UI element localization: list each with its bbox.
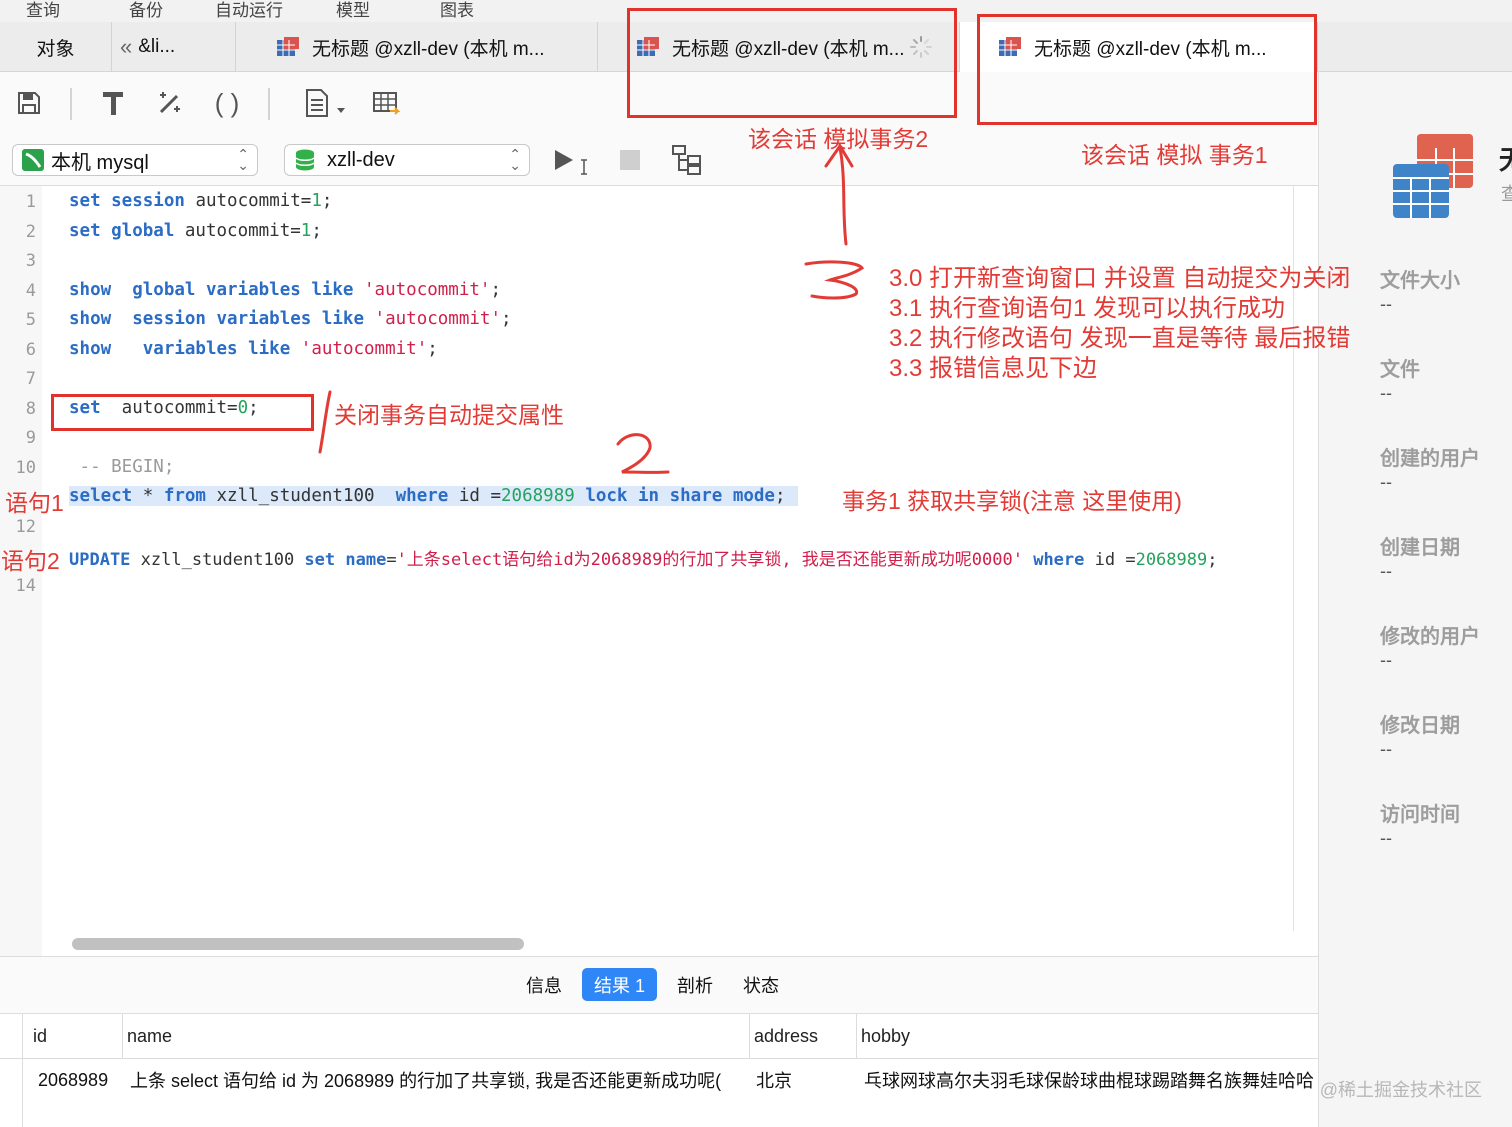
watermark: @稀土掘金技术社区 — [1319, 1080, 1482, 1100]
annotation-stroke — [318, 390, 332, 454]
annotation-mark-2 — [616, 433, 670, 474]
annotation-mark-3 — [804, 260, 865, 300]
annotation-strokes — [318, 143, 865, 474]
annotation-arrowhead — [824, 143, 854, 168]
annotation-arrow — [838, 146, 848, 246]
